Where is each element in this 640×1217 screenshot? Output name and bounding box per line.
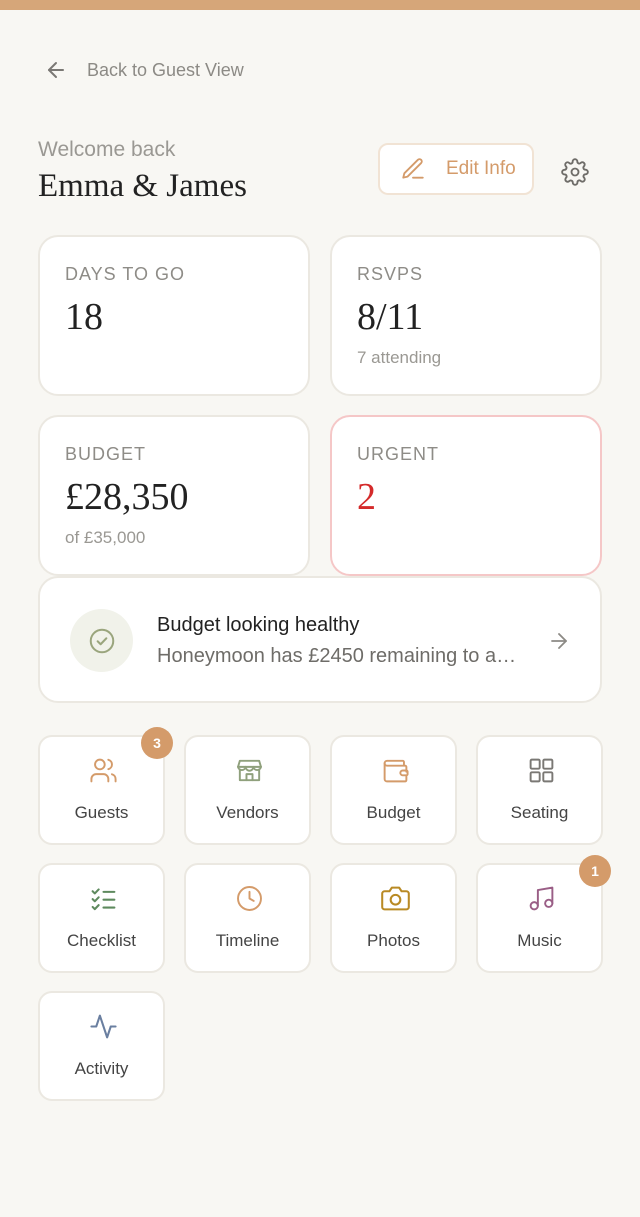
budget-card: BUDGET £28,350 of £35,000 xyxy=(38,415,310,576)
rsvps-card: RSVPS 8/11 7 attending xyxy=(330,235,602,396)
tile-budget-label: Budget xyxy=(366,803,421,822)
arrow-right-icon xyxy=(551,633,567,649)
tile-timeline[interactable]: Timeline xyxy=(184,863,311,973)
users-icon xyxy=(90,758,117,783)
guests-badge: 3 xyxy=(141,727,173,759)
wallet-icon xyxy=(383,759,409,783)
tile-music-label: Music xyxy=(517,931,562,950)
tile-vendors-label: Vendors xyxy=(216,803,279,822)
check-circle-icon xyxy=(89,628,114,653)
tile-checklist-label: Checklist xyxy=(67,931,136,950)
tile-photos[interactable]: Photos xyxy=(330,863,457,973)
tile-seating-label: Seating xyxy=(510,803,569,822)
tile-vendors[interactable]: Vendors xyxy=(184,735,311,845)
budget-label: BUDGET xyxy=(65,444,147,464)
budget-total: of £35,000 xyxy=(65,528,146,547)
rsvps-label: RSVPS xyxy=(357,264,424,284)
days-to-go-value: 18 xyxy=(65,296,103,338)
tile-timeline-label: Timeline xyxy=(215,931,280,950)
alert-description: Honeymoon has £2450 remaining to allocat… xyxy=(157,645,517,667)
couple-names: Emma & James xyxy=(38,168,247,204)
activity-icon xyxy=(90,1014,117,1039)
edit-info-label: Edit Info xyxy=(446,158,516,179)
rsvps-attending: 7 attending xyxy=(357,348,442,367)
days-to-go-card: DAYS TO GO 18 xyxy=(38,235,310,396)
tile-seating[interactable]: Seating xyxy=(476,735,603,845)
urgent-value: 2 xyxy=(357,476,376,518)
budget-alert-card[interactable]: Budget looking healthy Honeymoon has £24… xyxy=(38,576,602,703)
tile-activity-label: Activity xyxy=(74,1059,129,1078)
grid-icon xyxy=(529,758,554,783)
tile-activity[interactable]: Activity xyxy=(38,991,165,1101)
music-badge: 1 xyxy=(579,855,611,887)
pencil-icon xyxy=(402,158,424,179)
edit-info-button[interactable]: Edit Info xyxy=(378,143,534,195)
music-icon xyxy=(529,886,554,911)
tile-photos-label: Photos xyxy=(367,931,420,950)
checklist-icon xyxy=(91,888,116,911)
alert-icon-circle xyxy=(70,609,133,672)
top-accent-bar xyxy=(0,0,640,10)
days-to-go-label: DAYS TO GO xyxy=(65,264,186,284)
tile-guests-label: Guests xyxy=(74,803,129,822)
alert-title: Budget looking healthy xyxy=(157,614,360,636)
rsvps-value: 8/11 xyxy=(357,296,424,338)
arrow-left-icon xyxy=(48,62,64,78)
tile-budget[interactable]: Budget xyxy=(330,735,457,845)
back-to-guest-view-link[interactable]: Back to Guest View xyxy=(44,58,244,82)
budget-value: £28,350 xyxy=(65,476,189,518)
store-icon xyxy=(237,759,262,782)
gear-icon[interactable] xyxy=(561,158,589,186)
urgent-card: URGENT 2 xyxy=(330,415,602,576)
back-link-label: Back to Guest View xyxy=(87,59,244,80)
camera-icon xyxy=(381,886,410,911)
tile-checklist[interactable]: Checklist xyxy=(38,863,165,973)
welcome-text: Welcome back xyxy=(38,138,176,161)
clock-icon xyxy=(237,886,262,911)
urgent-label: URGENT xyxy=(357,444,439,464)
